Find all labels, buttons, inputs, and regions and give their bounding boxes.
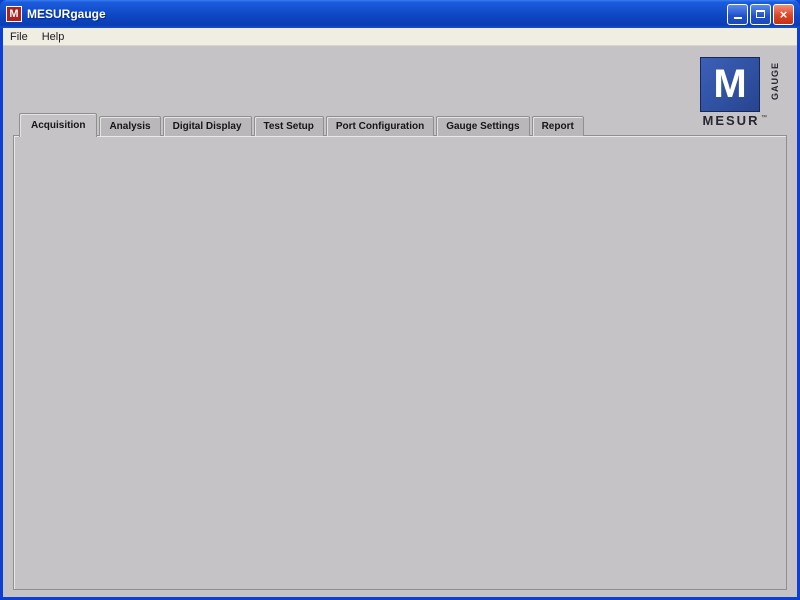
maximize-icon	[756, 10, 765, 18]
logo-m-icon: M	[700, 57, 760, 112]
menu-file[interactable]: File	[3, 31, 35, 43]
tab-bar: AcquisitionAnalysisDigital DisplayTest S…	[19, 113, 586, 136]
tab-report[interactable]: Report	[532, 116, 584, 136]
menu-bar: File Help	[3, 28, 797, 46]
tab-gauge-settings[interactable]: Gauge Settings	[436, 116, 529, 136]
minimize-icon	[734, 12, 742, 19]
app-window: M MESURgauge × File Help M MESUR GAUGE ™…	[0, 0, 800, 600]
mesurgauge-logo: M MESUR GAUGE ™	[697, 57, 789, 131]
logo-gauge-text: GAUGE	[770, 53, 780, 109]
menu-help[interactable]: Help	[35, 31, 72, 43]
window-content: File Help M MESUR GAUGE ™ AcquisitionAna…	[3, 28, 797, 597]
tab-analysis[interactable]: Analysis	[99, 116, 160, 136]
maximize-button[interactable]	[750, 4, 771, 25]
logo-mesur-text: MESUR	[697, 113, 765, 128]
logo-trademark: ™	[761, 115, 767, 121]
close-button[interactable]: ×	[773, 4, 794, 25]
tab-acquisition[interactable]: Acquisition	[19, 113, 97, 137]
tab-test-setup[interactable]: Test Setup	[254, 116, 324, 136]
title-bar[interactable]: M MESURgauge ×	[0, 0, 800, 28]
window-title: MESURgauge	[27, 7, 106, 21]
tab-port-configuration[interactable]: Port Configuration	[326, 116, 434, 136]
acquisition-tab-panel	[13, 135, 787, 590]
app-icon: M	[6, 6, 22, 22]
tab-digital-display[interactable]: Digital Display	[163, 116, 252, 136]
minimize-button[interactable]	[727, 4, 748, 25]
close-icon: ×	[780, 8, 788, 21]
